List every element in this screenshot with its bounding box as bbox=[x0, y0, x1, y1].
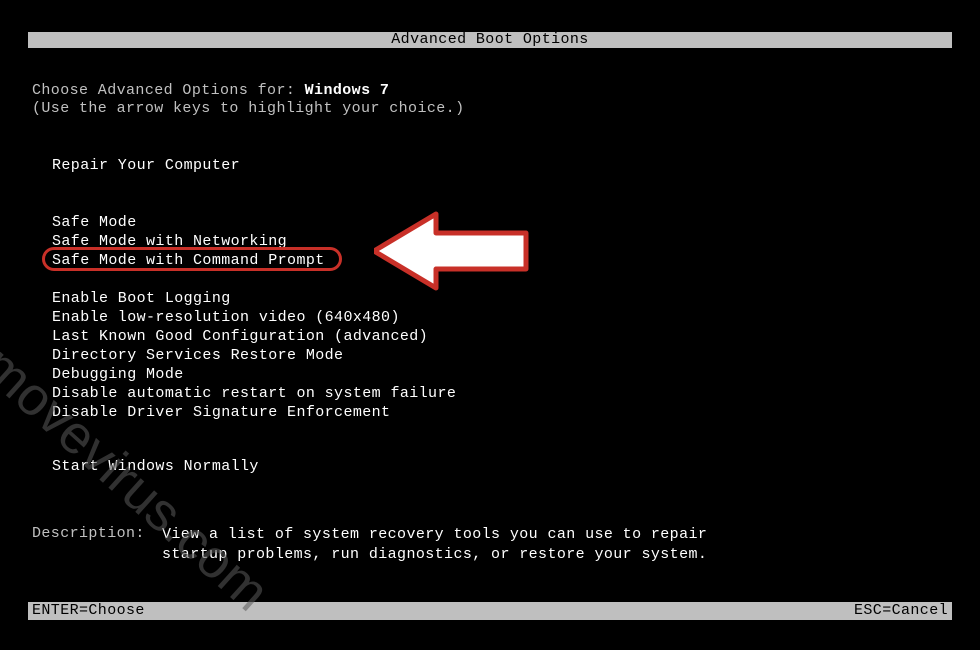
footer-esc-cancel: ESC=Cancel bbox=[854, 602, 948, 620]
description-label: Description: bbox=[32, 525, 145, 542]
option-enable-boot-logging[interactable]: Enable Boot Logging bbox=[52, 290, 231, 307]
option-safe-mode[interactable]: Safe Mode bbox=[52, 214, 137, 231]
option-last-known-good-configuration[interactable]: Last Known Good Configuration (advanced) bbox=[52, 328, 428, 345]
arrow-left-icon bbox=[374, 207, 529, 295]
choose-advanced-line: Choose Advanced Options for: Windows 7 bbox=[32, 82, 389, 99]
footer-bar: ENTER=Choose ESC=Cancel bbox=[28, 602, 952, 620]
option-safe-mode-command-prompt[interactable]: Safe Mode with Command Prompt bbox=[52, 252, 325, 269]
option-low-resolution-video[interactable]: Enable low-resolution video (640x480) bbox=[52, 309, 400, 326]
choose-advanced-prefix: Choose Advanced Options for: bbox=[32, 82, 305, 99]
option-debugging-mode[interactable]: Debugging Mode bbox=[52, 366, 184, 383]
option-start-windows-normally[interactable]: Start Windows Normally bbox=[52, 458, 259, 475]
footer-enter-choose: ENTER=Choose bbox=[32, 602, 145, 620]
arrow-key-hint: (Use the arrow keys to highlight your ch… bbox=[32, 100, 464, 117]
option-directory-services-restore[interactable]: Directory Services Restore Mode bbox=[52, 347, 343, 364]
os-name: Windows 7 bbox=[305, 82, 390, 99]
description-text: View a list of system recovery tools you… bbox=[162, 525, 742, 565]
title-bar: Advanced Boot Options bbox=[28, 32, 952, 48]
option-repair-your-computer[interactable]: Repair Your Computer bbox=[52, 157, 240, 174]
option-disable-auto-restart[interactable]: Disable automatic restart on system fail… bbox=[52, 385, 456, 402]
option-safe-mode-networking[interactable]: Safe Mode with Networking bbox=[52, 233, 287, 250]
option-disable-driver-sig-enforcement[interactable]: Disable Driver Signature Enforcement bbox=[52, 404, 390, 421]
